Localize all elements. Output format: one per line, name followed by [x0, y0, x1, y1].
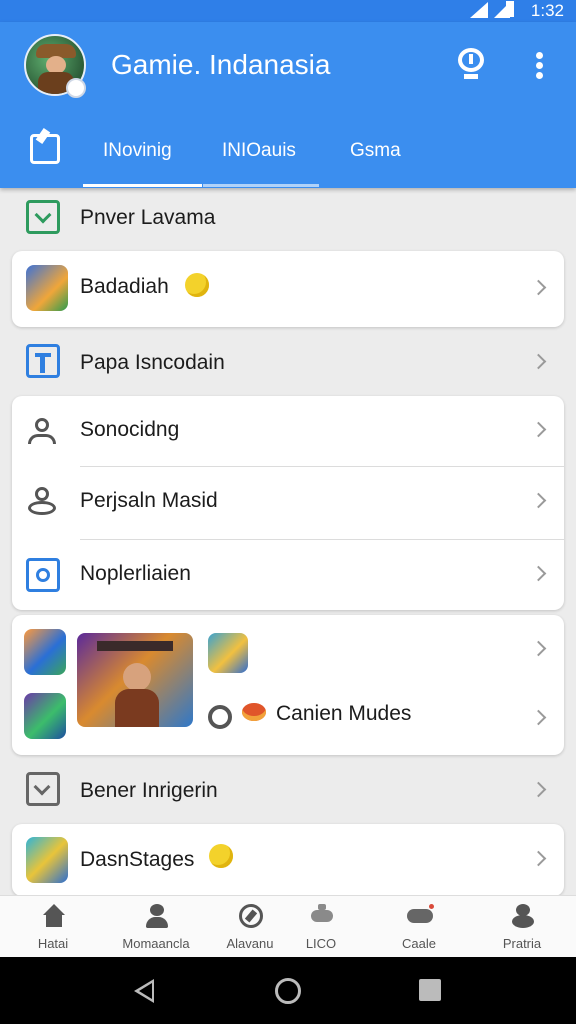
nav-label: Hatai [37, 936, 69, 951]
chevron-right-icon[interactable] [530, 709, 547, 726]
nav-item-momaancla[interactable]: Momaancla [108, 896, 204, 958]
nav-label: Pratria [502, 936, 542, 951]
featured-game-image[interactable] [77, 633, 193, 727]
nav-label: Momaancla [122, 936, 190, 951]
profile-icon [510, 904, 536, 928]
list-item-label: Badadiah [80, 275, 169, 298]
tab-iniouis[interactable]: INIOauis [222, 140, 296, 162]
list-item-label: Papa Isncodain [80, 351, 225, 374]
nav-item-caale[interactable]: Caale [371, 896, 467, 958]
app-bar: Gamie. Indanasia INovinig INIOauis Gsma [0, 22, 576, 188]
chevron-right-icon [530, 565, 547, 582]
camera-icon [26, 558, 60, 592]
tab-gsma[interactable]: Gsma [350, 140, 401, 162]
chevron-right-icon[interactable] [530, 640, 547, 657]
game-thumbnail [26, 837, 68, 883]
list-item-label: DasnStages [80, 848, 195, 871]
list-item-papa-isncodain[interactable]: Papa Isncodain [12, 336, 564, 388]
search-icon[interactable] [208, 705, 232, 729]
game-modes-card[interactable]: Canien Mudes [12, 615, 564, 755]
nav-item-lico[interactable]: LICO [273, 896, 369, 958]
recent-apps-icon[interactable] [419, 979, 441, 1001]
home-button-icon[interactable] [275, 978, 301, 1004]
tab-indicator-active [83, 184, 202, 187]
user-icon [26, 418, 58, 446]
gamepad-icon [309, 904, 335, 928]
more-menu-icon[interactable] [530, 50, 550, 82]
game-thumbnail[interactable] [24, 629, 66, 675]
nav-item-pratria[interactable]: Pratria [474, 896, 570, 958]
tab-inovinig[interactable]: INovinig [103, 140, 172, 162]
app-title: Gamie. Indanasia [111, 49, 331, 80]
chevron-right-icon [530, 850, 547, 867]
back-icon[interactable] [134, 979, 154, 1003]
list-item-label: Perjsaln Masid [80, 489, 218, 512]
avatar-status-badge [66, 78, 86, 98]
list-item-perjsaln-masid[interactable]: Perjsaln Masid [12, 467, 564, 539]
chevron-right-icon [530, 492, 547, 509]
people-icon [144, 904, 170, 928]
list-item-pnver-lavama[interactable]: Pnver Lavama [12, 192, 564, 242]
list-item-label: Noplerliaien [80, 562, 191, 585]
list-item-dasnstages[interactable]: DasnStages [12, 824, 564, 896]
media-card-label: Canien Mudes [276, 702, 412, 725]
list-item-badadiah[interactable]: Badadiah [12, 251, 564, 327]
chevron-right-icon [530, 279, 547, 296]
settings-group-card: Sonocidng Perjsaln Masid Noplerliaien [12, 396, 564, 610]
system-navigation-bar [0, 957, 576, 1024]
nav-label: LICO [305, 936, 337, 951]
game-thumbnail[interactable] [208, 633, 248, 673]
chevron-right-icon [530, 781, 547, 798]
list-item-label: Pnver Lavama [80, 206, 216, 229]
bottom-navigation: Hatai Momaancla Alavanu LICO Caale Pratr… [0, 895, 576, 957]
chart-icon [26, 772, 60, 806]
nav-item-hatai[interactable]: Hatai [5, 896, 101, 958]
trophy-icon[interactable] [452, 44, 490, 84]
chevron-right-icon [530, 353, 547, 370]
food-icon [242, 703, 266, 721]
nav-label: Caale [402, 936, 436, 951]
status-time: 1:32 [530, 1, 564, 20]
smiley-icon [209, 844, 233, 868]
edit-icon[interactable] [30, 134, 60, 164]
tab-indicator [203, 184, 319, 187]
checklist-icon [26, 200, 60, 234]
tab-bar: INovinig INIOauis Gsma [0, 122, 576, 188]
home-icon [41, 904, 67, 928]
battery-icon [506, 1, 514, 17]
profile-settings-icon [26, 487, 58, 517]
smiley-icon [185, 273, 209, 297]
list-item-label: Sonocidng [80, 418, 180, 441]
game-thumbnail [26, 265, 68, 311]
building-icon [26, 344, 60, 378]
list-item-label: Bener Inrigerin [80, 779, 218, 802]
signal-icon [470, 2, 488, 18]
list-item-noplerliaien[interactable]: Noplerliaien [12, 540, 564, 610]
chevron-right-icon [530, 421, 547, 438]
status-bar: 1:32 [0, 0, 576, 22]
compass-icon [238, 904, 264, 928]
list-item-bener-inrigerin[interactable]: Bener Inrigerin [12, 764, 564, 816]
list-item-sonocidng[interactable]: Sonocidng [12, 396, 564, 466]
controller-icon [407, 904, 434, 928]
game-thumbnail[interactable] [24, 693, 66, 739]
